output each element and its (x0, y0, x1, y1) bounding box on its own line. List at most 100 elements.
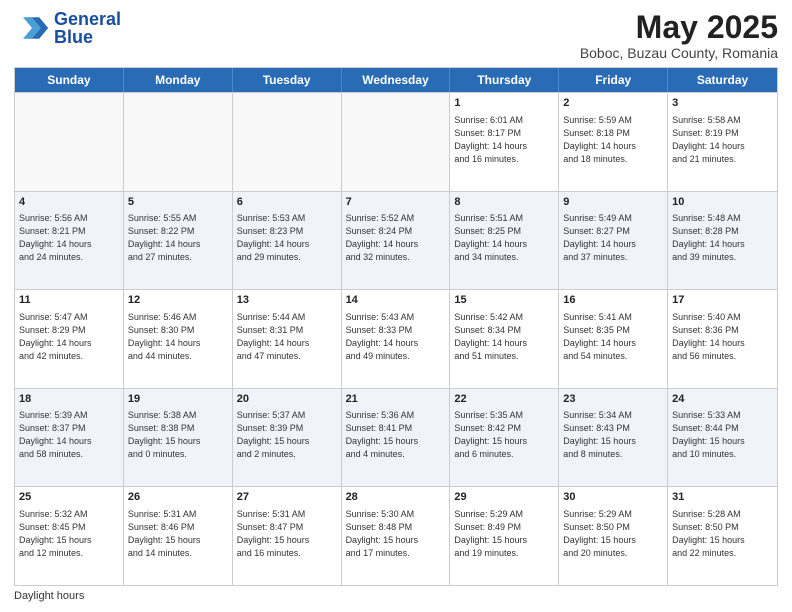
calendar-cell (342, 93, 451, 191)
calendar-cell: 12 Sunrise: 5:46 AM Sunset: 8:30 PM Dayli… (124, 290, 233, 388)
calendar: SundayMondayTuesdayWednesdayThursdayFrid… (14, 67, 778, 586)
title-month: May 2025 (580, 10, 778, 45)
logo-name-line2: Blue (54, 28, 121, 46)
weekday-header: Tuesday (233, 68, 342, 92)
logo-name-line1: General (54, 10, 121, 28)
calendar-cell: 11 Sunrise: 5:47 AM Sunset: 8:29 PM Dayli… (15, 290, 124, 388)
title-location: Boboc, Buzau County, Romania (580, 45, 778, 61)
day-info: Sunrise: 5:31 AM Sunset: 8:47 PM Dayligh… (237, 508, 337, 560)
calendar-cell: 13 Sunrise: 5:44 AM Sunset: 8:31 PM Dayli… (233, 290, 342, 388)
day-number: 3 (672, 96, 773, 111)
day-info: Sunrise: 5:29 AM Sunset: 8:49 PM Dayligh… (454, 508, 554, 560)
day-info: Sunrise: 5:30 AM Sunset: 8:48 PM Dayligh… (346, 508, 446, 560)
day-number: 2 (563, 96, 663, 111)
day-info: Sunrise: 5:32 AM Sunset: 8:45 PM Dayligh… (19, 508, 119, 560)
day-info: Sunrise: 5:29 AM Sunset: 8:50 PM Dayligh… (563, 508, 663, 560)
day-number: 1 (454, 96, 554, 111)
calendar-cell (15, 93, 124, 191)
day-info: Sunrise: 5:34 AM Sunset: 8:43 PM Dayligh… (563, 409, 663, 461)
day-info: Sunrise: 5:53 AM Sunset: 8:23 PM Dayligh… (237, 212, 337, 264)
day-number: 4 (19, 195, 119, 210)
day-info: Sunrise: 5:59 AM Sunset: 8:18 PM Dayligh… (563, 114, 663, 166)
calendar-cell: 17Sunrise: 5:40 AM Sunset: 8:36 PM Dayli… (668, 290, 777, 388)
day-info: Sunrise: 5:56 AM Sunset: 8:21 PM Dayligh… (19, 212, 119, 264)
day-number: 30 (563, 490, 663, 505)
day-info: Sunrise: 5:38 AM Sunset: 8:38 PM Dayligh… (128, 409, 228, 461)
day-info: Sunrise: 5:31 AM Sunset: 8:46 PM Dayligh… (128, 508, 228, 560)
calendar-cell: 20Sunrise: 5:37 AM Sunset: 8:39 PM Dayli… (233, 389, 342, 487)
weekday-header: Saturday (668, 68, 777, 92)
day-info: Sunrise: 5:28 AM Sunset: 8:50 PM Dayligh… (672, 508, 773, 560)
day-number: 15 (454, 293, 554, 308)
daylight-label: Daylight hours (14, 590, 84, 602)
weekday-header: Sunday (15, 68, 124, 92)
calendar-cell: 7Sunrise: 5:52 AM Sunset: 8:24 PM Daylig… (342, 192, 451, 290)
day-number: 8 (454, 195, 554, 210)
calendar-cell: 28 Sunrise: 5:30 AM Sunset: 8:48 PM Dayli… (342, 487, 451, 585)
calendar-cell: 23 Sunrise: 5:34 AM Sunset: 8:43 PM Dayli… (559, 389, 668, 487)
calendar-cell: 27 Sunrise: 5:31 AM Sunset: 8:47 PM Dayli… (233, 487, 342, 585)
calendar-cell: 21Sunrise: 5:36 AM Sunset: 8:41 PM Dayli… (342, 389, 451, 487)
weekday-header: Thursday (450, 68, 559, 92)
calendar-row: 25 Sunrise: 5:32 AM Sunset: 8:45 PM Dayli… (15, 486, 777, 585)
day-number: 24 (672, 392, 773, 407)
day-number: 20 (237, 392, 337, 407)
day-number: 23 (563, 392, 663, 407)
calendar-cell: 9 Sunrise: 5:49 AM Sunset: 8:27 PM Daylig… (559, 192, 668, 290)
day-info: Sunrise: 5:43 AM Sunset: 8:33 PM Dayligh… (346, 311, 446, 363)
calendar-header: SundayMondayTuesdayWednesdayThursdayFrid… (15, 68, 777, 92)
calendar-cell: 26 Sunrise: 5:31 AM Sunset: 8:46 PM Dayli… (124, 487, 233, 585)
day-number: 11 (19, 293, 119, 308)
day-info: Sunrise: 5:47 AM Sunset: 8:29 PM Dayligh… (19, 311, 119, 363)
day-info: Sunrise: 5:48 AM Sunset: 8:28 PM Dayligh… (672, 212, 773, 264)
calendar-cell: 10Sunrise: 5:48 AM Sunset: 8:28 PM Dayli… (668, 192, 777, 290)
calendar-cell: 31 Sunrise: 5:28 AM Sunset: 8:50 PM Dayli… (668, 487, 777, 585)
calendar-cell (233, 93, 342, 191)
day-number: 13 (237, 293, 337, 308)
day-info: Sunrise: 5:42 AM Sunset: 8:34 PM Dayligh… (454, 311, 554, 363)
calendar-body: 1Sunrise: 6:01 AM Sunset: 8:17 PM Daylig… (15, 92, 777, 585)
day-info: Sunrise: 5:46 AM Sunset: 8:30 PM Dayligh… (128, 311, 228, 363)
calendar-cell: 14 Sunrise: 5:43 AM Sunset: 8:33 PM Dayli… (342, 290, 451, 388)
day-number: 27 (237, 490, 337, 505)
header: General Blue May 2025 Boboc, Buzau Count… (14, 10, 778, 61)
logo: General Blue (14, 10, 121, 46)
day-info: Sunrise: 5:49 AM Sunset: 8:27 PM Dayligh… (563, 212, 663, 264)
page: General Blue May 2025 Boboc, Buzau Count… (0, 0, 792, 612)
calendar-cell: 4 Sunrise: 5:56 AM Sunset: 8:21 PM Daylig… (15, 192, 124, 290)
day-number: 14 (346, 293, 446, 308)
day-number: 31 (672, 490, 773, 505)
calendar-cell: 25 Sunrise: 5:32 AM Sunset: 8:45 PM Dayli… (15, 487, 124, 585)
day-number: 9 (563, 195, 663, 210)
weekday-header: Wednesday (342, 68, 451, 92)
calendar-cell: 1Sunrise: 6:01 AM Sunset: 8:17 PM Daylig… (450, 93, 559, 191)
calendar-cell: 16Sunrise: 5:41 AM Sunset: 8:35 PM Dayli… (559, 290, 668, 388)
weekday-header: Monday (124, 68, 233, 92)
day-number: 12 (128, 293, 228, 308)
day-info: Sunrise: 5:44 AM Sunset: 8:31 PM Dayligh… (237, 311, 337, 363)
day-number: 28 (346, 490, 446, 505)
logo-icon (14, 10, 50, 46)
calendar-cell: 15 Sunrise: 5:42 AM Sunset: 8:34 PM Dayli… (450, 290, 559, 388)
weekday-header: Friday (559, 68, 668, 92)
calendar-row: 18Sunrise: 5:39 AM Sunset: 8:37 PM Dayli… (15, 388, 777, 487)
calendar-cell: 3 Sunrise: 5:58 AM Sunset: 8:19 PM Daylig… (668, 93, 777, 191)
day-info: Sunrise: 5:41 AM Sunset: 8:35 PM Dayligh… (563, 311, 663, 363)
footer: Daylight hours (14, 590, 778, 602)
calendar-cell: 30 Sunrise: 5:29 AM Sunset: 8:50 PM Dayli… (559, 487, 668, 585)
calendar-row: 1Sunrise: 6:01 AM Sunset: 8:17 PM Daylig… (15, 92, 777, 191)
calendar-cell: 5Sunrise: 5:55 AM Sunset: 8:22 PM Daylig… (124, 192, 233, 290)
day-number: 26 (128, 490, 228, 505)
day-info: Sunrise: 5:35 AM Sunset: 8:42 PM Dayligh… (454, 409, 554, 461)
day-info: Sunrise: 5:40 AM Sunset: 8:36 PM Dayligh… (672, 311, 773, 363)
day-info: Sunrise: 5:58 AM Sunset: 8:19 PM Dayligh… (672, 114, 773, 166)
day-number: 29 (454, 490, 554, 505)
day-info: Sunrise: 5:55 AM Sunset: 8:22 PM Dayligh… (128, 212, 228, 264)
day-number: 6 (237, 195, 337, 210)
calendar-cell: 29 Sunrise: 5:29 AM Sunset: 8:49 PM Dayli… (450, 487, 559, 585)
day-info: Sunrise: 5:52 AM Sunset: 8:24 PM Dayligh… (346, 212, 446, 264)
calendar-cell: 8Sunrise: 5:51 AM Sunset: 8:25 PM Daylig… (450, 192, 559, 290)
day-number: 18 (19, 392, 119, 407)
day-number: 25 (19, 490, 119, 505)
calendar-row: 11 Sunrise: 5:47 AM Sunset: 8:29 PM Dayli… (15, 289, 777, 388)
